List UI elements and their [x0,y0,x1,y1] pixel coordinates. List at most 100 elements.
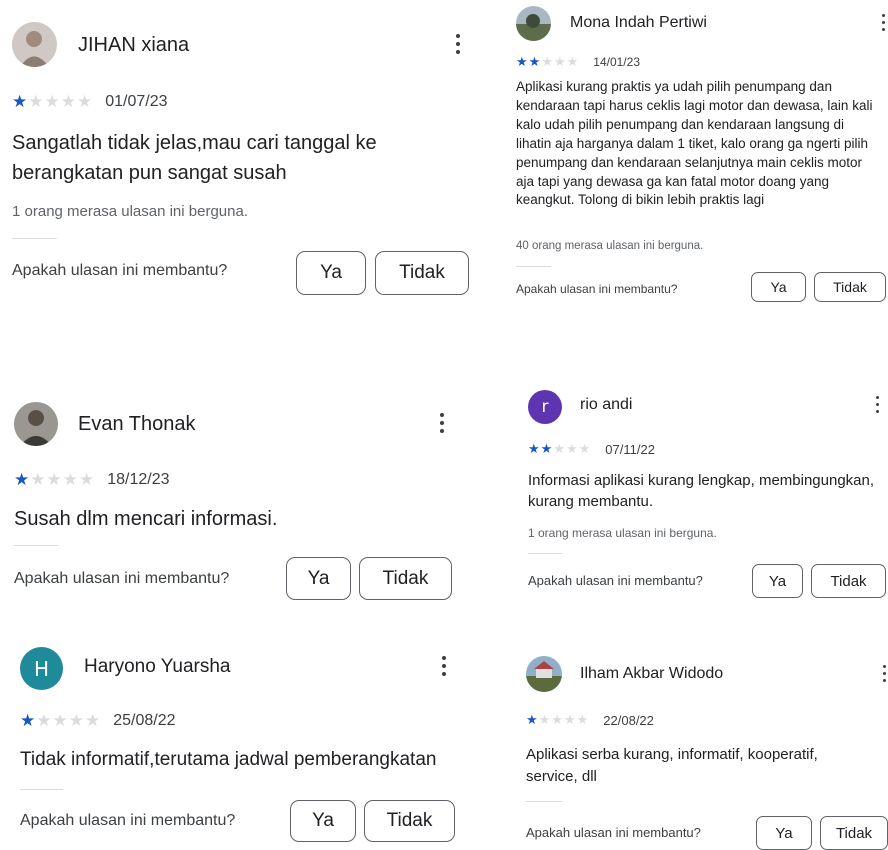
more-options-icon[interactable] [438,656,450,676]
reviewer-name[interactable]: Evan Thonak [78,413,196,436]
star-filled-icon: ★ [12,92,29,111]
rating-row: ★ ★ ★ ★ ★ 22/08/22 [526,712,654,728]
divider [20,789,63,790]
more-options-icon[interactable] [436,413,448,433]
avatar[interactable] [526,656,562,692]
divider [14,545,58,546]
star-empty-icon: ★ [44,92,61,111]
star-filled-icon: ★ [526,712,539,727]
rating-row: ★ ★ ★ ★ ★ 14/01/23 [516,54,640,70]
avatar-letter: H [33,656,50,681]
review-text: Tidak informatif,terutama jadwal pembera… [20,749,437,770]
review-text: Aplikasi serba kurang, informatif, koope… [526,746,818,785]
star-empty-icon: ★ [30,470,47,489]
star-filled-icon: ★ [528,54,542,69]
review-text: Sangatlah tidak jelas,mau cari tanggal k… [12,132,377,184]
avatar-letter: r [541,397,549,417]
helpful-count: 1 orang merasa ulasan ini berguna. [12,203,248,220]
star-empty-icon: ★ [553,441,566,456]
no-button[interactable]: Tidak [359,557,452,600]
star-filled-icon: ★ [14,470,31,489]
rating-row: ★ ★ ★ ★ ★ 01/07/23 [12,92,168,112]
review-date: 01/07/23 [105,93,168,110]
yes-button[interactable]: Ya [752,564,803,598]
yes-button[interactable]: Ya [756,816,812,850]
star-empty-icon: ★ [79,470,96,489]
review-date: 22/08/22 [603,712,654,728]
star-empty-icon: ★ [551,712,564,727]
helpful-count: 40 orang merasa ulasan ini berguna. [516,240,704,252]
helpful-count: 1 orang merasa ulasan ini berguna. [528,526,717,540]
star-empty-icon: ★ [538,712,552,727]
review-text: Informasi aplikasi kurang lengkap, membi… [528,472,875,510]
star-empty-icon: ★ [36,711,53,730]
rating-row: ★ ★ ★ ★ ★ 25/08/22 [20,711,176,731]
star-filled-icon: ★ [540,441,554,456]
reviewer-name[interactable]: rio andi [580,396,632,414]
no-button[interactable]: Tidak [811,564,886,598]
star-empty-icon: ★ [85,711,102,730]
divider [516,266,551,267]
reviewer-name[interactable]: JIHAN xiana [78,34,189,57]
review-text: Aplikasi kurang praktis ya udah pilih pe… [516,79,873,208]
divider [526,801,562,802]
star-empty-icon: ★ [565,441,579,456]
star-empty-icon: ★ [68,711,85,730]
helpful-question: Apakah ulasan ini membantu? [528,573,703,588]
avatar[interactable]: r [528,390,562,424]
star-empty-icon: ★ [28,92,45,111]
no-button[interactable]: Tidak [375,251,469,295]
reviewer-name[interactable]: Haryono Yuarsha [84,656,230,678]
helpful-question: Apakah ulasan ini membantu? [20,812,236,829]
reviewer-name[interactable]: Ilham Akbar Widodo [580,665,723,683]
star-filled-icon: ★ [516,54,529,69]
star-rating: ★ ★ ★ ★ ★ [526,712,589,728]
review-date: 25/08/22 [113,712,176,729]
review-text: Susah dlm mencari informasi. [14,508,278,530]
star-empty-icon: ★ [563,712,577,727]
helpful-question: Apakah ulasan ini membantu? [12,262,228,279]
star-empty-icon: ★ [46,470,63,489]
star-empty-icon: ★ [553,54,567,69]
no-button[interactable]: Tidak [814,272,886,302]
star-empty-icon: ★ [578,441,592,456]
no-button[interactable]: Tidak [820,816,888,850]
star-rating: ★ ★ ★ ★ ★ [528,441,591,457]
star-filled-icon: ★ [20,711,37,730]
avatar[interactable] [12,22,57,67]
star-rating: ★ ★ ★ ★ ★ [516,54,579,70]
helpful-question: Apakah ulasan ini membantu? [526,825,701,840]
star-empty-icon: ★ [566,54,580,69]
avatar[interactable] [516,6,551,41]
star-empty-icon: ★ [541,54,554,69]
yes-button[interactable]: Ya [290,800,356,842]
star-rating: ★ ★ ★ ★ ★ [20,711,101,731]
rating-row: ★ ★ ★ ★ ★ 07/11/22 [528,441,655,457]
no-button[interactable]: Tidak [364,800,455,842]
star-filled-icon: ★ [528,441,541,456]
star-empty-icon: ★ [77,92,94,111]
yes-button[interactable]: Ya [286,557,351,600]
divider [12,238,57,239]
star-empty-icon: ★ [576,712,590,727]
review-date: 18/12/23 [107,471,170,488]
star-rating: ★ ★ ★ ★ ★ [14,470,95,490]
star-empty-icon: ★ [62,470,79,489]
review-date: 07/11/22 [605,441,655,457]
divider [528,553,562,554]
yes-button[interactable]: Ya [751,272,806,302]
reviewer-name[interactable]: Mona Indah Pertiwi [570,14,707,32]
more-options-icon[interactable] [872,396,882,413]
avatar[interactable] [14,402,58,446]
more-options-icon[interactable] [878,14,888,31]
helpful-question: Apakah ulasan ini membantu? [516,282,678,296]
star-empty-icon: ★ [60,92,77,111]
rating-row: ★ ★ ★ ★ ★ 18/12/23 [14,470,170,490]
star-empty-icon: ★ [52,711,69,730]
more-options-icon[interactable] [880,665,888,682]
helpful-question: Apakah ulasan ini membantu? [14,570,230,587]
more-options-icon[interactable] [452,34,464,54]
avatar[interactable]: H [20,647,63,690]
review-date: 14/01/23 [593,55,640,69]
yes-button[interactable]: Ya [296,251,366,295]
